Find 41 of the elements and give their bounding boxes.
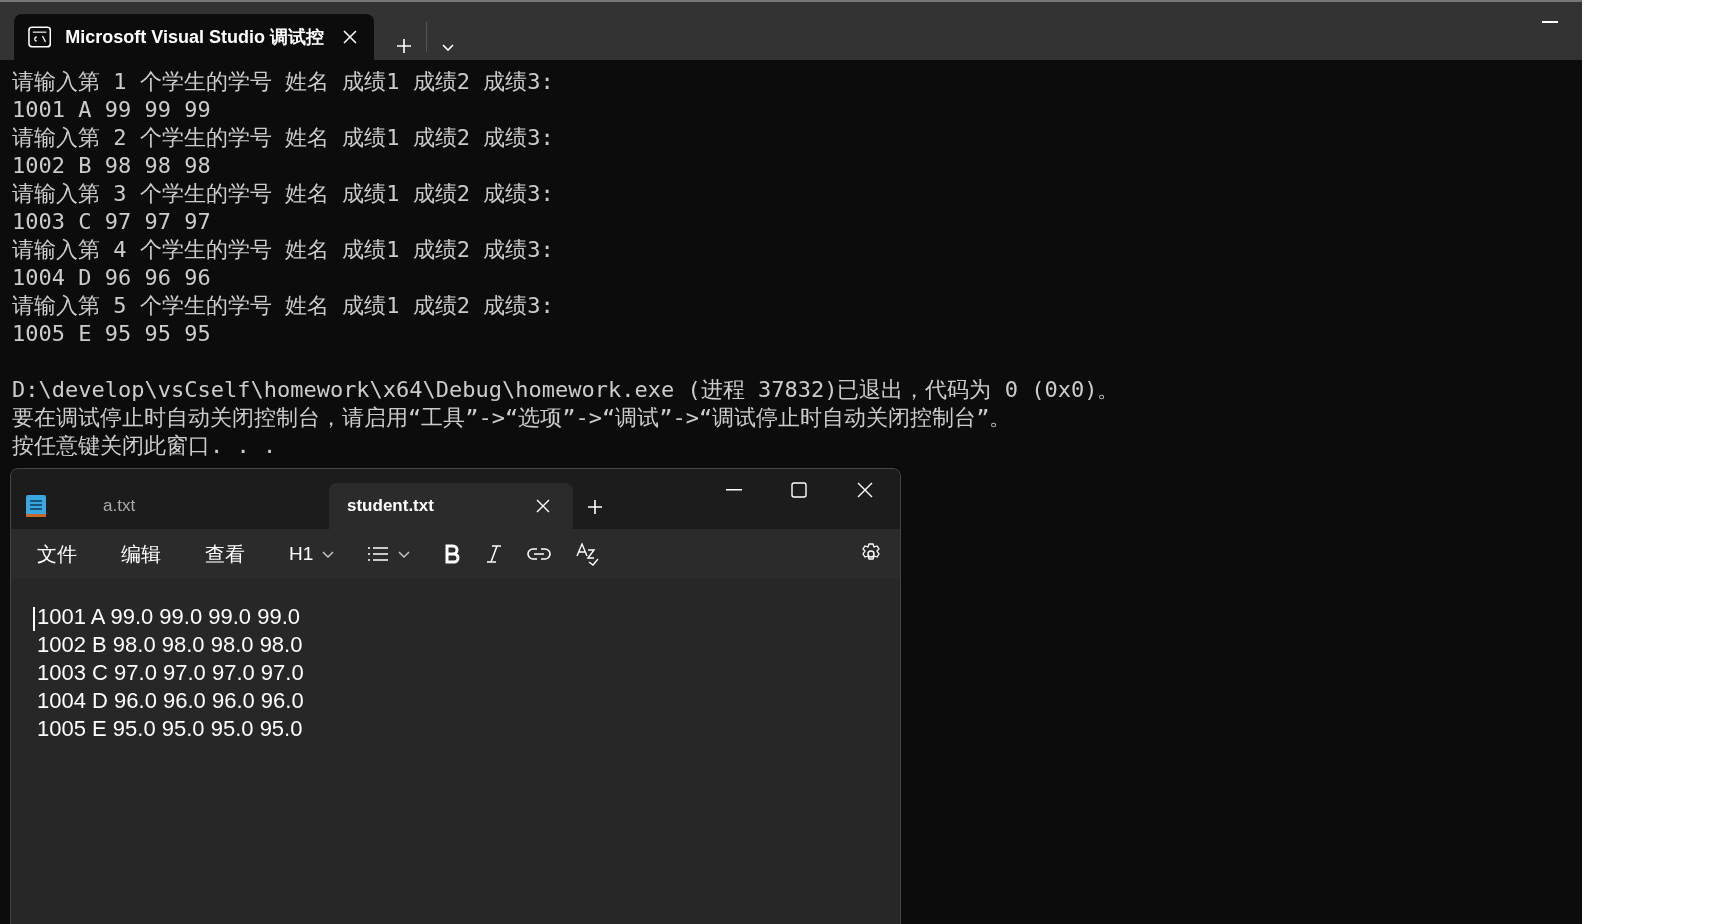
console-line: 按任意键关闭此窗口. . .	[12, 432, 278, 460]
console-line: 1002 B 98 98 98	[12, 152, 212, 180]
text-line: 1005 E 95.0 95.0 95.0 95.0	[37, 715, 303, 743]
maximize-icon	[790, 481, 808, 499]
plus-icon	[585, 497, 605, 517]
text-line: 1001 A 99.0 99.0 99.0 99.0	[37, 603, 301, 631]
text-line: 1003 C 97.0 97.0 97.0 97.0	[37, 659, 304, 687]
console-line: 请输入第 5 个学生的学号 姓名 成绩1 成绩2 成绩3:	[12, 292, 555, 320]
heading-dropdown[interactable]: H1	[285, 535, 340, 573]
console-line: 1005 E 95 95 95	[12, 320, 212, 348]
spellcheck-icon	[575, 542, 600, 566]
text-cursor	[33, 607, 35, 631]
file-tab[interactable]: student.txt	[329, 483, 573, 529]
italic-icon	[485, 544, 504, 564]
menu-item[interactable]: 编辑	[109, 535, 173, 573]
console-line: 要在调试停止时自动关闭控制台，请启用“工具”->“选项”->“调试”->“调试停止时自动关闭控制台”。	[12, 404, 1013, 432]
close-icon	[535, 498, 551, 514]
console-line: 请输入第 3 个学生的学号 姓名 成绩1 成绩2 成绩3:	[12, 180, 555, 208]
bold-icon	[443, 544, 462, 564]
close-icon	[342, 29, 358, 45]
file-tab[interactable]: a.txt	[85, 483, 329, 529]
console-line: 1004 D 96 96 96	[12, 264, 212, 292]
menu-item[interactable]: 文件	[25, 535, 89, 573]
console-line: 请输入第 2 个学生的学号 姓名 成绩1 成绩2 成绩3:	[12, 124, 555, 152]
console-line: 请输入第 4 个学生的学号 姓名 成绩1 成绩2 成绩3:	[12, 236, 555, 264]
notepad-icon	[25, 493, 47, 519]
close-icon	[856, 481, 874, 499]
plus-icon	[394, 36, 414, 56]
list-icon	[367, 545, 390, 563]
console-line: 请输入第 1 个学生的学号 姓名 成绩1 成绩2 成绩3:	[12, 68, 555, 96]
console-line: 1003 C 97 97 97	[12, 208, 212, 236]
link-icon	[527, 547, 552, 561]
console-line: 1001 A 99 99 99	[12, 96, 212, 124]
text-line: 1002 B 98.0 98.0 98.0 98.0	[37, 631, 303, 659]
console-line: D:\develop\vsCself\homework\x64\Debug\homework.exe (进程 37832)已退出，代码为 0 (0x0)。	[12, 376, 1121, 404]
menu-item[interactable]: 查看	[193, 535, 257, 573]
minimize-icon	[726, 489, 742, 491]
minimize-icon	[1542, 20, 1558, 24]
text-line: 1004 D 96.0 96.0 96.0 96.0	[37, 687, 304, 715]
terminal-tab[interactable]: Microsoft Visual Studio 调试控	[14, 14, 374, 60]
console-icon	[28, 26, 52, 48]
